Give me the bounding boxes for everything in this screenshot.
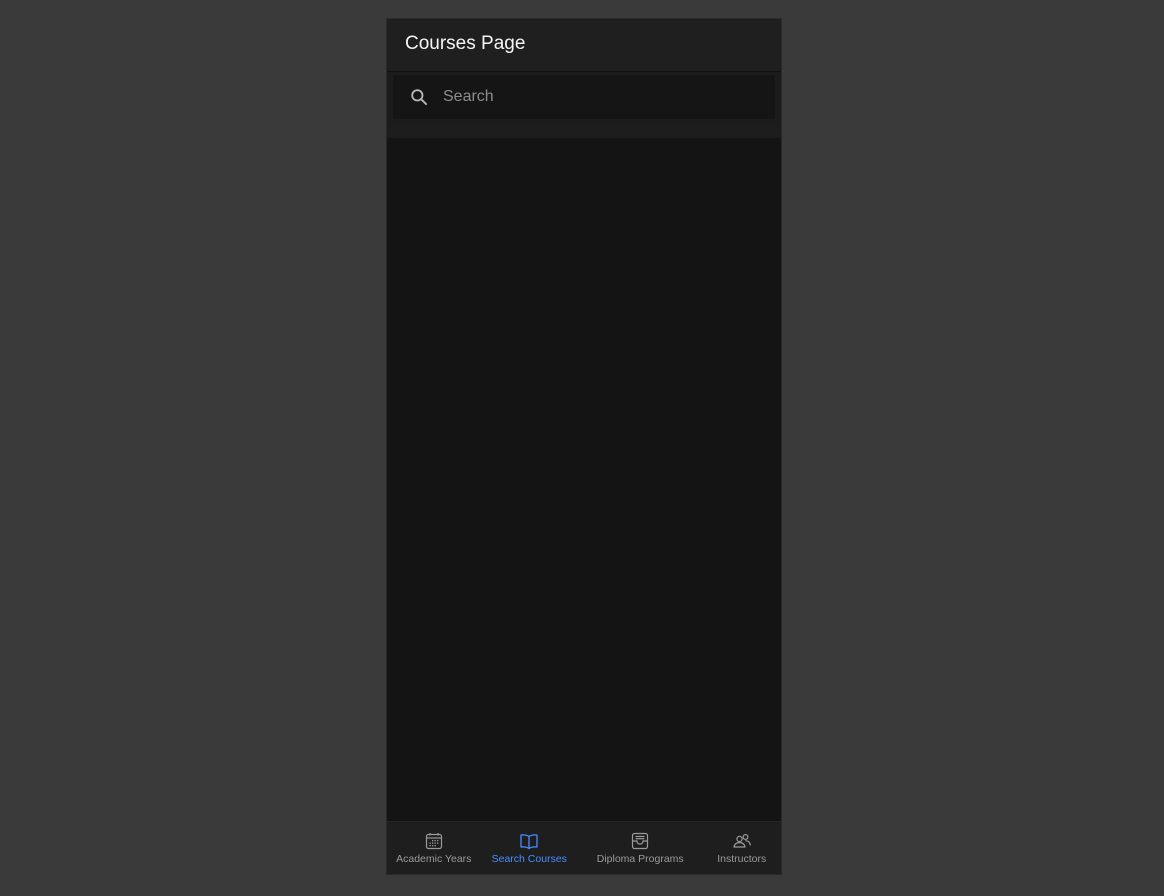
- archive-icon: [630, 831, 650, 851]
- page-title: Courses Page: [405, 33, 526, 54]
- people-icon: [732, 831, 752, 851]
- app-header: Courses Page: [387, 19, 781, 71]
- tab-label: Academic Years: [396, 853, 472, 865]
- calendar-icon: [424, 831, 444, 851]
- search-icon: [409, 87, 429, 107]
- book-icon: [519, 831, 539, 851]
- search-input[interactable]: [443, 75, 767, 119]
- search-divider: [387, 124, 781, 138]
- course-list-area: [387, 138, 781, 823]
- tab-diploma-programs[interactable]: Diploma Programs: [578, 822, 702, 874]
- search-bar[interactable]: [393, 75, 775, 119]
- app-frame: Courses Page Search Academic Years Searc…: [386, 18, 782, 875]
- tab-academic-years[interactable]: Academic Years: [387, 822, 481, 874]
- tab-instructors[interactable]: Instructors: [702, 822, 781, 874]
- tab-search-courses[interactable]: Search Courses: [481, 822, 579, 874]
- bottom-tab-bar: Academic Years Search Courses Diploma Pr…: [387, 821, 781, 874]
- search-toolbar: [387, 72, 781, 124]
- tab-label: Search Courses: [491, 853, 567, 865]
- tab-label: Instructors: [717, 853, 767, 865]
- tab-label: Diploma Programs: [596, 853, 684, 865]
